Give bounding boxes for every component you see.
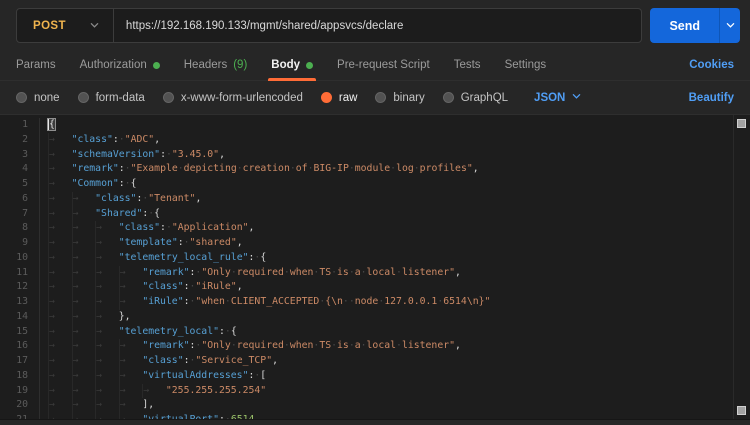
method-label: POST (33, 20, 66, 32)
line-number: 5 (0, 177, 40, 192)
radio-none[interactable]: none (16, 92, 60, 104)
line-number: 8 (0, 221, 40, 236)
line-number: 2 (0, 133, 40, 148)
code-line: 16→→→→"remark":·"Only·required·when·TS·i… (0, 339, 750, 354)
code-line: 14→→→}, (0, 310, 750, 325)
radio-icon (78, 92, 89, 103)
code-line: 19→→→→→"255.255.255.254" (0, 384, 750, 399)
beautify-link[interactable]: Beautify (689, 92, 734, 104)
line-number: 10 (0, 251, 40, 266)
radio-form-data[interactable]: form-data (78, 92, 145, 104)
tab-settings[interactable]: Settings (505, 50, 547, 80)
radio-icon (443, 92, 454, 103)
cookies-link[interactable]: Cookies (689, 59, 734, 71)
code-lines: 1{2→"class":·"ADC",3→"schemaVersion":·"3… (0, 115, 750, 425)
code-line: 17→→→→"class":·"Service_TCP", (0, 354, 750, 369)
green-dot (306, 62, 313, 69)
request-tabs: Params Authorization Headers(9) Body Pre… (0, 50, 750, 81)
code-line: 15→→→"telemetry_local":·{ (0, 325, 750, 340)
method-selector[interactable]: POST (17, 9, 113, 42)
tab-params[interactable]: Params (16, 50, 56, 80)
code-editor[interactable]: 1{2→"class":·"ADC",3→"schemaVersion":·"3… (0, 114, 750, 425)
line-number: 6 (0, 192, 40, 207)
radio-graphql[interactable]: GraphQL (443, 92, 508, 104)
code-line: 1{ (0, 118, 750, 133)
chevron-down-icon (726, 18, 735, 33)
horizontal-scrollbar[interactable] (0, 419, 750, 425)
code-line: 9→→→"template":·"shared", (0, 236, 750, 251)
tab-body[interactable]: Body (271, 50, 313, 80)
code-line: 3→"schemaVersion":·"3.45.0", (0, 148, 750, 163)
line-number: 16 (0, 339, 40, 354)
line-number: 3 (0, 148, 40, 163)
send-options-button[interactable] (719, 8, 740, 43)
url-input[interactable] (114, 9, 642, 42)
tab-pre-request-script[interactable]: Pre-request Script (337, 50, 430, 80)
send-group: Send (650, 8, 740, 43)
code-line: 11→→→→"remark":·"Only·required·when·TS·i… (0, 266, 750, 281)
code-line: 2→"class":·"ADC", (0, 133, 750, 148)
request-bar: POST Send (0, 0, 750, 50)
line-number: 14 (0, 310, 40, 325)
scrollbar-thumb[interactable] (737, 406, 746, 415)
radio-icon (163, 92, 174, 103)
body-type-selector: none form-data x-www-form-urlencoded raw… (0, 81, 750, 114)
radio-x-www-form-urlencoded[interactable]: x-www-form-urlencoded (163, 92, 303, 104)
radio-icon (375, 92, 386, 103)
tab-headers[interactable]: Headers(9) (184, 50, 248, 80)
code-line: 12→→→→"class":·"iRule", (0, 280, 750, 295)
line-number: 1 (0, 118, 40, 133)
code-line: 4→"remark":·"Example·depicting·creation·… (0, 162, 750, 177)
code-line: 8→→→"class":·"Application", (0, 221, 750, 236)
code-line: 13→→→→"iRule":·"when·CLIENT_ACCEPTED·{\n… (0, 295, 750, 310)
url-container: POST (16, 8, 642, 43)
line-number: 15 (0, 325, 40, 340)
line-number: 11 (0, 266, 40, 281)
line-number: 12 (0, 280, 40, 295)
code-line: 6→→"class":·"Tenant", (0, 192, 750, 207)
radio-binary[interactable]: binary (375, 92, 424, 104)
line-number: 19 (0, 384, 40, 399)
line-number: 20 (0, 398, 40, 413)
line-number: 7 (0, 207, 40, 222)
line-number: 4 (0, 162, 40, 177)
chevron-down-icon (572, 92, 581, 104)
line-number: 18 (0, 369, 40, 384)
code-line: 5→"Common":·{ (0, 177, 750, 192)
code-line: 7→→"Shared":·{ (0, 207, 750, 222)
radio-icon (16, 92, 27, 103)
vertical-scrollbar[interactable] (733, 115, 750, 419)
line-number: 13 (0, 295, 40, 310)
code-line: 20→→→→], (0, 398, 750, 413)
tab-tests[interactable]: Tests (454, 50, 481, 80)
chevron-down-icon (90, 21, 99, 30)
format-dropdown[interactable]: JSON (534, 92, 581, 104)
scrollbar-thumb[interactable] (737, 119, 746, 128)
line-number: 9 (0, 236, 40, 251)
line-number: 17 (0, 354, 40, 369)
send-button[interactable]: Send (650, 8, 719, 43)
code-line: 10→→→"telemetry_local_rule":·{ (0, 251, 750, 266)
tab-authorization[interactable]: Authorization (80, 50, 160, 80)
headers-count: (9) (233, 59, 247, 71)
radio-raw[interactable]: raw (321, 92, 358, 104)
radio-selected-icon (321, 92, 332, 103)
code-line: 18→→→→"virtualAddresses":·[ (0, 369, 750, 384)
green-dot (153, 62, 160, 69)
